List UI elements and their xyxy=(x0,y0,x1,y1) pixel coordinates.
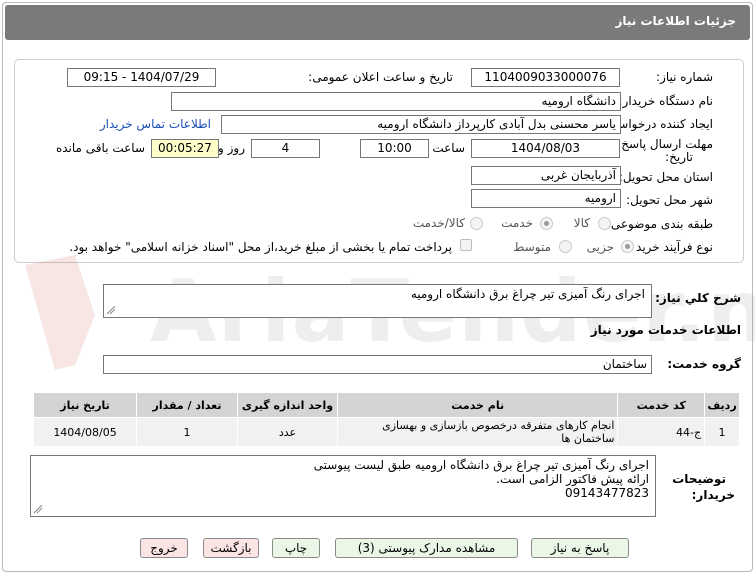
col-row: ردیف xyxy=(704,392,740,418)
buyer-org-field: دانشگاه ارومیه xyxy=(171,92,621,111)
deadline-date-field: 1404/08/03 xyxy=(471,139,620,158)
contact-buyer-link[interactable]: اطلاعات تماس خریدار xyxy=(100,117,211,131)
summary-text: اجرای رنگ آمیزی تیر چراغ برق دانشگاه ارو… xyxy=(410,287,645,301)
cell-unit: عدد xyxy=(237,417,338,447)
announce-label: تاریخ و ساعت اعلان عمومی: xyxy=(308,70,453,84)
col-name: نام خدمت xyxy=(336,392,619,418)
deadline-label-1: مهلت ارسال پاسخ: تا xyxy=(606,137,713,151)
process-label: نوع فرآیند خرید : xyxy=(628,240,713,254)
category-option-service: خدمت xyxy=(501,216,533,230)
back-button[interactable]: بازگشت xyxy=(203,538,259,558)
form-panel xyxy=(14,59,744,263)
need-number-field: 1104009033000076 xyxy=(471,68,620,87)
province-field: آذربایجان غربی xyxy=(471,166,621,185)
service-group-label: گروه خدمت: xyxy=(667,357,741,371)
notes-label-1: توضیحات xyxy=(672,472,726,486)
category-radio-goods[interactable] xyxy=(598,217,611,230)
cell-date: 1404/08/05 xyxy=(32,417,138,447)
province-label: استان محل تحویل: xyxy=(618,170,713,184)
col-code: کد خدمت xyxy=(617,392,706,418)
category-label: طبقه بندی موضوعی: xyxy=(606,217,713,231)
print-button[interactable]: چاپ xyxy=(272,538,320,558)
payment-note: پرداخت تمام یا بخشی از مبلغ خرید،از محل … xyxy=(69,240,452,254)
title-bar: جزئیات اطلاعات نیاز xyxy=(5,5,750,40)
watermark-shield-shape xyxy=(25,255,95,370)
exit-button[interactable]: خروج xyxy=(140,538,188,558)
city-field: ارومیه xyxy=(471,189,621,208)
buyer-org-label: نام دستگاه خریدار: xyxy=(618,94,714,108)
notes-label-2: خریدار: xyxy=(691,488,735,502)
category-radio-goods-service[interactable] xyxy=(470,217,483,230)
remaining-time-field: 00:05:27 xyxy=(151,139,219,158)
category-option-goods-service: کالا/خدمت xyxy=(412,216,465,230)
deadline-time-field: 10:00 xyxy=(360,139,429,158)
reply-button[interactable]: پاسخ به نیاز xyxy=(531,538,629,558)
creator-field: یاسر محسنی بدل آبادی کارپرداز دانشگاه ار… xyxy=(221,115,621,134)
cell-row: 1 xyxy=(704,417,740,447)
services-table: ردیف کد خدمت نام خدمت واحد اندازه گیری ت… xyxy=(32,392,740,447)
days-label: روز و xyxy=(218,141,245,155)
treasury-checkbox[interactable] xyxy=(460,239,472,251)
city-label: شهر محل تحویل: xyxy=(626,193,713,207)
col-date: تاریخ نیاز xyxy=(32,392,138,418)
deadline-label-2: تاریخ: xyxy=(665,150,693,164)
process-radio-minor[interactable] xyxy=(621,240,634,253)
service-group-field: ساختمان xyxy=(103,355,652,374)
need-number-label: شماره نیاز: xyxy=(656,70,713,84)
page-title: جزئیات اطلاعات نیاز xyxy=(615,14,736,28)
process-option-medium: متوسط xyxy=(513,240,551,254)
notes-line-1: اجرای رنگ آمیزی تیر چراغ برق دانشگاه ارو… xyxy=(313,458,649,472)
cell-name: انجام کارهای متفرقه درخصوص بازسازی و بهس… xyxy=(336,417,619,447)
days-field: 4 xyxy=(251,139,320,158)
process-radio-medium[interactable] xyxy=(559,240,572,253)
summary-textarea[interactable]: اجرای رنگ آمیزی تیر چراغ برق دانشگاه ارو… xyxy=(103,284,652,318)
table-row: 1 ج-44 انجام کارهای متفرقه درخصوص بازساز… xyxy=(32,417,740,447)
resize-handle-icon[interactable] xyxy=(107,306,116,315)
deadline-time-label: ساعت xyxy=(432,141,465,155)
process-option-minor: جزیی xyxy=(586,240,614,254)
attachments-button[interactable]: مشاهده مدارک پیوستی (3) xyxy=(335,538,518,558)
services-section-title: اطلاعات خدمات مورد نیاز xyxy=(590,323,741,337)
table-header-row: ردیف کد خدمت نام خدمت واحد اندازه گیری ت… xyxy=(32,392,740,418)
cell-code: ج-44 xyxy=(617,417,706,447)
cell-qty: 1 xyxy=(136,417,239,447)
announce-field: 1404/07/29 - 09:15 xyxy=(67,68,216,87)
category-radio-service[interactable] xyxy=(540,217,553,230)
summary-label: شرح كلي نياز: xyxy=(655,291,741,305)
col-qty: تعداد / مقدار xyxy=(136,392,239,418)
notes-textarea[interactable]: اجرای رنگ آمیزی تیر چراغ برق دانشگاه ارو… xyxy=(30,455,656,517)
col-unit: واحد اندازه گیری xyxy=(237,392,338,418)
notes-line-2: ارائه پیش فاکتور الزامی است. xyxy=(496,472,649,486)
notes-line-3: 09143477823 xyxy=(565,486,649,500)
resize-handle-icon[interactable] xyxy=(34,505,43,514)
category-option-goods: کالا xyxy=(573,216,590,230)
remaining-label: ساعت باقی مانده xyxy=(55,141,145,155)
